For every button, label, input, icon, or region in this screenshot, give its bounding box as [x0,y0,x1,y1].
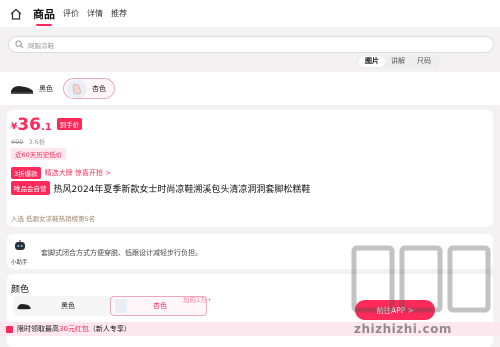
coupon-suffix: （新人专享） [88,325,131,333]
original-price: ¥99 [11,138,24,146]
color-option-label: 黑色 [61,302,75,310]
helper-text: 套脚式闭合方式方便穿脱、低跟设计减轻步行负担。 [41,249,202,257]
coupon-amount: 30元红包 [59,325,89,333]
color-section-title: 颜色 [11,285,30,295]
apricot-shoe-thumbnail [67,79,87,98]
product-title-row: 唯品会自营 热风2024年夏季新款女士时尚凉鞋溯溪包头清凉洞洞套脚松糕鞋 [11,181,310,195]
coupon-icon [6,325,13,333]
top-nav-bar: 商品 评价 详情 推荐 [0,0,500,27]
variant-label: 杏色 [92,84,106,93]
cart-count-hint: 加购1万+ [183,296,213,304]
apricot-shoe-icon [72,83,82,94]
color-option-label: 杏色 [153,302,167,310]
final-price-tag: 到手价 [56,118,83,130]
watermark-logo [351,245,491,313]
discount-rate: 3.6折 [28,138,46,146]
media-tabs: 图片 讲解 尺码 [356,55,440,68]
variant-strip: 黑色 杏色 [0,72,500,105]
price-card: ¥ 36 .1 到手价 ¥99 3.6折 近60天历史低价 3折爆款 精选大牌 … [7,110,493,227]
helper-label: 小助手 [11,260,28,266]
tab-size[interactable]: 尺码 [411,56,437,67]
home-icon[interactable] [9,7,23,21]
search-icon [15,40,24,49]
variant-chip-black[interactable]: 黑色 [6,78,62,99]
watermark-text: zhizhizhi.com [354,322,452,336]
tab-recommend[interactable]: 推荐 [111,8,127,19]
color-option-black[interactable]: 黑色 [13,296,113,316]
tab-reviews[interactable]: 评价 [63,8,79,19]
black-shoe-thumbnail [11,85,33,94]
self-operated-badge: 唯品会自营 [11,181,50,195]
original-price-row: ¥99 3.6折 [11,136,45,146]
tab-product[interactable]: 商品 [33,6,55,26]
variant-label: 黑色 [39,84,53,93]
variant-chip-apricot[interactable]: 杏色 [63,78,115,99]
search-placeholder: 网脂凉鞋 [28,41,54,50]
tab-details[interactable]: 详情 [87,8,103,19]
price-decimal: .1 [40,122,52,133]
robot-helper-icon [15,240,25,250]
ranking-label[interactable]: 入选 低跟女凉鞋热销榜第5名 [11,213,95,223]
tab-images[interactable]: 图片 [359,56,385,67]
tab-explain[interactable]: 讲解 [385,56,411,67]
black-shoe-icon [17,304,31,310]
coupon-prefix: 限时领取最高 [17,325,59,333]
lowest-price-badge: 近60天历史低价 [11,148,67,160]
search-input[interactable]: 网脂凉鞋 [8,36,494,53]
promo-row[interactable]: 3折爆款 精选大牌 惊喜开抢 > [11,167,111,179]
promo-badge: 3折爆款 [11,167,41,179]
price: ¥ 36 .1 到手价 [11,115,83,135]
product-title: 热风2024年夏季新款女士时尚凉鞋溯溪包头清凉洞洞套脚松糕鞋 [53,184,311,195]
promo-text: 精选大牌 惊喜开抢 > [44,169,111,177]
price-integer: 36 [17,115,41,135]
apricot-shoe-icon [115,299,127,313]
